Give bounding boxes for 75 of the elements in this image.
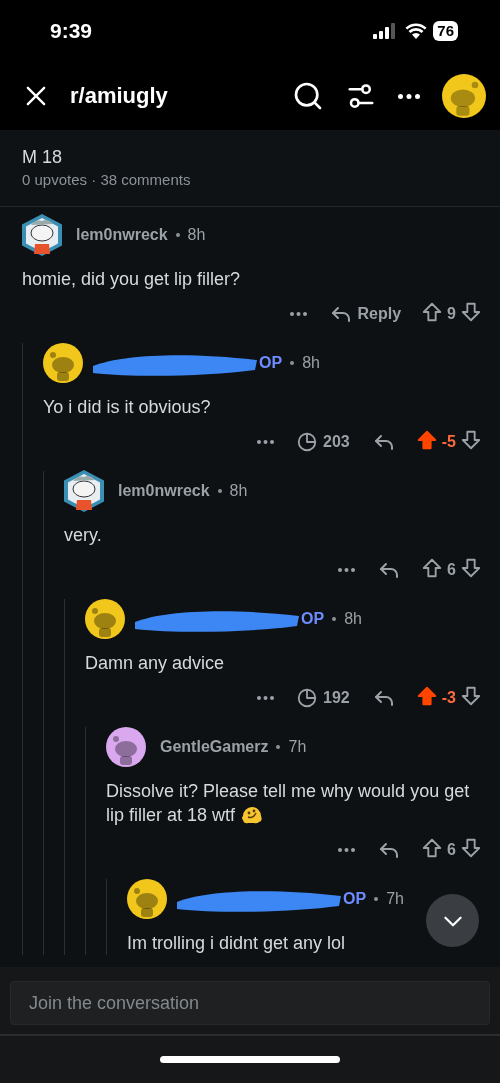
post-title: M 18: [22, 147, 64, 168]
downvote-icon: [460, 685, 482, 707]
separator-dot: [374, 897, 379, 901]
more-icon: [338, 848, 356, 852]
avatar[interactable]: [43, 343, 83, 383]
more-icon: [338, 568, 356, 572]
subreddit-title[interactable]: r/amiugly: [70, 83, 270, 109]
vote-score: 9: [447, 305, 456, 323]
comment-text: Im trolling i didnt get any lol: [127, 932, 347, 955]
username[interactable]: GentleGamerz: [160, 738, 269, 756]
downvote-icon: [460, 429, 482, 451]
vote-score: 6: [447, 841, 456, 859]
award-button[interactable]: 192: [296, 687, 350, 709]
comment-time: 7h: [288, 738, 307, 756]
downvote-icon: [460, 837, 482, 859]
more-icon: [257, 440, 275, 444]
sliders-icon: [346, 81, 376, 111]
comment-time: 8h: [229, 482, 248, 500]
avatar[interactable]: [127, 879, 167, 919]
comment-time: 8h: [302, 354, 320, 372]
more-button[interactable]: [257, 440, 275, 444]
profile-avatar[interactable]: [442, 74, 486, 118]
comment-text: Damn any advice: [85, 652, 226, 675]
downvote-icon: [460, 301, 482, 323]
wifi-icon: [405, 23, 428, 39]
upvote-icon: [415, 685, 438, 707]
separator-dot: [175, 233, 180, 237]
username[interactable]: lem0nwreck: [76, 226, 168, 244]
op-label: OP: [301, 610, 325, 628]
status-time: 9:39: [50, 19, 94, 43]
more-icon: [289, 312, 307, 316]
award-button[interactable]: 203: [296, 431, 350, 453]
more-icon: [257, 696, 275, 700]
avatar[interactable]: [64, 470, 104, 512]
vote-score: 6: [447, 561, 456, 579]
op-label: OP: [343, 890, 367, 908]
avatar[interactable]: [22, 214, 62, 256]
battery-level: 76: [433, 21, 458, 41]
filter-button[interactable]: [346, 81, 376, 111]
reply-button[interactable]: Reply: [328, 302, 402, 326]
more-button[interactable]: [257, 696, 275, 700]
downvote-icon: [460, 557, 482, 579]
post-stats: 0 upvotes · 38 comments: [22, 171, 192, 188]
avatar[interactable]: [106, 727, 146, 767]
search-button[interactable]: [292, 80, 324, 112]
clock-icon: [296, 431, 319, 453]
separator-dot: [276, 745, 281, 749]
op-label: OP: [259, 354, 283, 372]
scroll-down-button[interactable]: [426, 894, 479, 947]
upvote-icon: [415, 429, 438, 451]
username[interactable]: lem0nwreck: [118, 482, 210, 500]
more-button[interactable]: [338, 848, 356, 852]
more-button[interactable]: [398, 93, 420, 99]
comment-text: very.: [64, 524, 103, 547]
comment-time: 8h: [344, 610, 362, 628]
search-icon: [292, 80, 324, 112]
comment-text: Dissolve it? Please tell me why would you get lip filler at 18 wtf: [106, 780, 471, 827]
comment-time: 8h: [187, 226, 206, 244]
upvote-icon: [421, 301, 444, 323]
comment-time: 7h: [386, 890, 404, 908]
separator-dot: [217, 489, 222, 493]
comment-input[interactable]: Join the conversation: [10, 981, 490, 1025]
vote-score: -5: [441, 433, 456, 451]
vote-score: -3: [441, 689, 456, 707]
more-button[interactable]: [289, 312, 307, 316]
more-button[interactable]: [338, 568, 356, 572]
comment-text: Yo i did is it obvious?: [43, 396, 212, 419]
separator-dot: [332, 617, 337, 621]
comment-text: homie, did you get lip filler?: [22, 268, 242, 291]
clock-icon: [296, 687, 319, 709]
more-icon: [398, 93, 420, 99]
avatar[interactable]: [85, 599, 125, 639]
upvote-icon: [421, 837, 444, 859]
upvote-icon: [421, 557, 444, 579]
separator-dot: [290, 361, 295, 365]
